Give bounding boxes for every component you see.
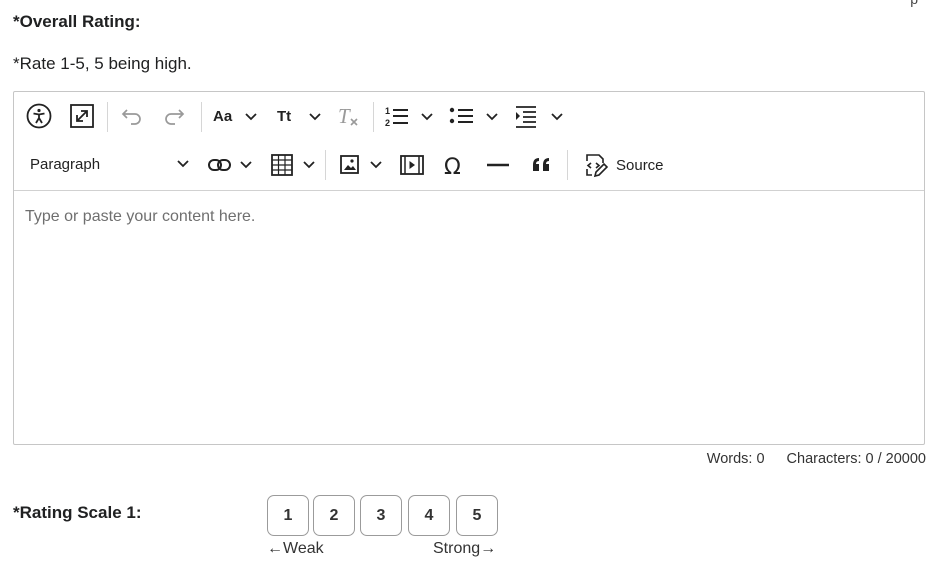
paragraph-label: Paragraph	[30, 155, 101, 173]
character-count: Characters: 0 / 20000	[786, 451, 926, 467]
editor-content-area[interactable]	[14, 191, 924, 444]
scale-low-hint: ←Weak	[267, 540, 324, 557]
indent-dropdown[interactable]	[514, 104, 566, 128]
table-dropdown[interactable]	[270, 151, 318, 179]
rating-option-1[interactable]: 1	[267, 495, 309, 536]
corner-text-fragment: p	[910, 0, 918, 7]
bulleted-list-dropdown[interactable]	[449, 104, 501, 128]
numbered-list-dropdown[interactable]: 1 2	[384, 104, 436, 128]
editor-placeholder: Type or paste your content here.	[25, 208, 256, 225]
fullscreen-button[interactable]	[68, 102, 96, 130]
word-count: Words: 0	[706, 451, 765, 467]
svg-text:2: 2	[385, 118, 390, 128]
font-family-dropdown[interactable]: Aa	[212, 104, 260, 128]
special-characters-icon: Ω	[444, 155, 461, 177]
rating-instruction: *Rate 1-5, 5 being high.	[13, 54, 192, 73]
fullscreen-icon	[70, 104, 94, 128]
bulleted-list-icon	[449, 107, 498, 124]
rich-text-editor: Aa Tt T 1 2 Paragraph Ω Source	[13, 91, 925, 445]
word-character-counter: Words: 0 Characters: 0 / 20000	[707, 451, 926, 467]
rating-option-5[interactable]: 5	[456, 495, 498, 536]
media-button[interactable]	[399, 152, 425, 178]
horizontal-line-button[interactable]	[485, 152, 511, 178]
horizontal-line-icon	[487, 163, 509, 167]
overall-rating-title: *Overall Rating:	[13, 12, 141, 31]
special-characters-button[interactable]: Ω	[442, 152, 468, 178]
font-size-icon: Tt	[277, 108, 321, 125]
chevron-down-icon	[177, 160, 189, 168]
media-icon	[400, 155, 424, 175]
rating-scale-label: *Rating Scale 1:	[13, 503, 142, 522]
undo-icon	[121, 109, 141, 125]
svg-text:Ω: Ω	[444, 155, 461, 177]
source-icon	[586, 154, 608, 178]
svg-text:T: T	[338, 104, 351, 128]
remove-format-button[interactable]: T	[334, 102, 362, 130]
link-icon	[208, 159, 252, 171]
rating-option-2[interactable]: 2	[313, 495, 355, 536]
blockquote-button[interactable]	[529, 152, 555, 178]
rating-option-4[interactable]: 4	[408, 495, 450, 536]
source-button[interactable]: Source	[582, 151, 672, 179]
table-icon	[271, 154, 315, 176]
undo-button[interactable]	[120, 104, 144, 128]
remove-format-icon: T	[338, 104, 358, 128]
numbered-list-icon: 1 2	[385, 106, 433, 128]
accessibility-icon	[26, 103, 52, 129]
svg-text:Aa: Aa	[213, 108, 233, 125]
paragraph-dropdown[interactable]: Paragraph	[24, 151, 190, 177]
image-dropdown[interactable]	[339, 153, 385, 177]
rating-option-3[interactable]: 3	[360, 495, 402, 536]
blockquote-icon	[533, 158, 549, 171]
editor-toolbar: Aa Tt T 1 2 Paragraph Ω Source	[14, 92, 924, 191]
redo-icon	[165, 109, 185, 125]
link-dropdown[interactable]	[207, 153, 255, 177]
svg-text:Tt: Tt	[277, 108, 291, 125]
source-label: Source	[616, 156, 664, 174]
accessibility-button[interactable]	[25, 102, 53, 130]
indent-icon	[516, 106, 563, 128]
font-size-dropdown[interactable]: Tt	[276, 104, 324, 128]
redo-button[interactable]	[162, 104, 186, 128]
scale-high-hint: Strong→	[433, 540, 497, 557]
svg-text:1: 1	[385, 106, 390, 116]
image-icon	[340, 155, 382, 174]
font-family-icon: Aa	[213, 108, 257, 125]
